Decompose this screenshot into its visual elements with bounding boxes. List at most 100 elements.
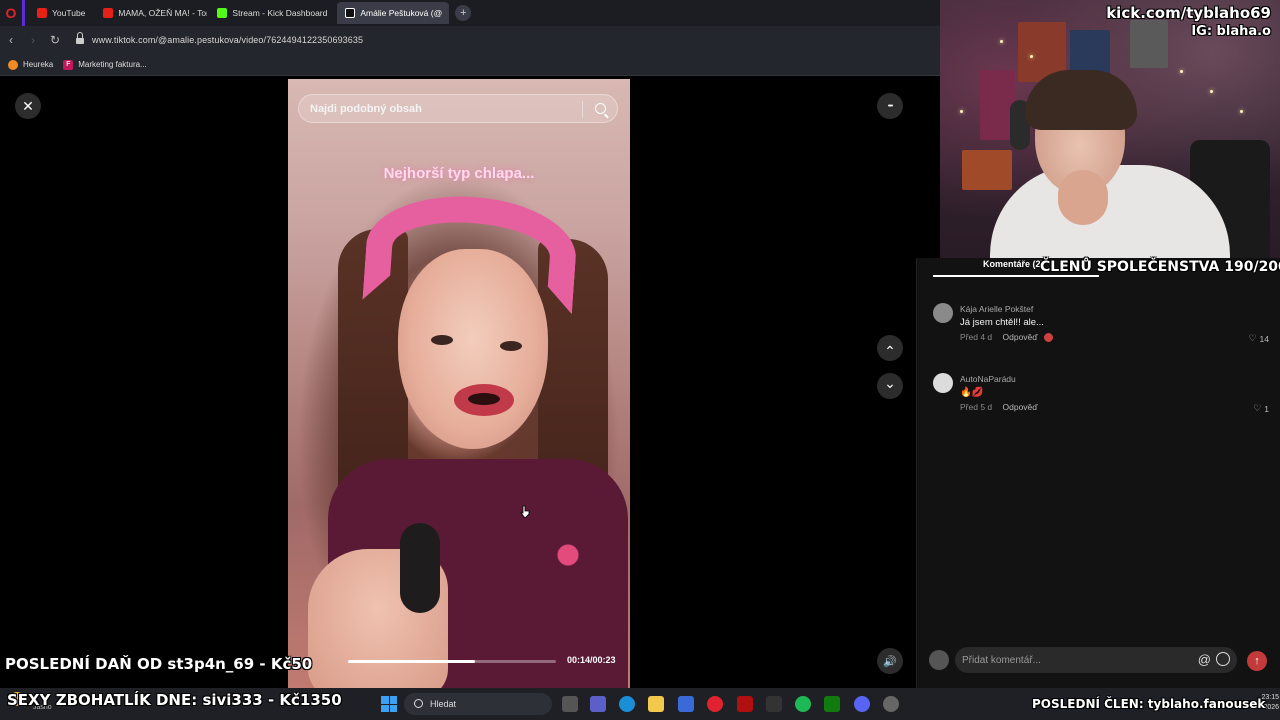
like-count: 1 <box>1264 403 1269 414</box>
store-icon[interactable] <box>678 696 694 712</box>
comment-input[interactable]: Přidat komentář... @ <box>955 647 1237 673</box>
heart-icon: ♡ <box>1253 403 1262 413</box>
rich-of-day-ticker: SEXY ZBOHATLÍK DNE: sivi333 - Kč1350 <box>7 691 342 709</box>
close-button[interactable]: ✕ <box>15 93 41 119</box>
comment-time: Před 5 d <box>960 402 993 412</box>
comment-text: Já jsem chtěl!! ale... <box>960 317 1044 328</box>
video-player[interactable]: Najdi podobný obsah Nejhorší typ chlapa.… <box>288 79 630 688</box>
search-icon[interactable] <box>595 103 606 114</box>
avatar[interactable] <box>933 303 953 323</box>
video-frame-microphone <box>400 523 440 613</box>
bookmarks-bar: Heureka F Marketing faktura... <box>0 54 940 76</box>
instagram-handle: IG: blaha.o <box>1191 24 1271 39</box>
comment-text: 🔥💋 <box>960 387 984 398</box>
tiktok-icon <box>345 8 356 18</box>
fairy-light <box>1210 90 1213 93</box>
video-progress-fill <box>348 660 475 663</box>
video-time: 00:14/00:23 <box>567 655 616 665</box>
hand-cursor-icon <box>520 505 530 519</box>
previous-video-button[interactable]: ⌃ <box>877 335 903 361</box>
streamer-hair <box>1025 70 1137 130</box>
like-button[interactable]: ♡ 1 <box>1253 403 1269 414</box>
chevron-up-icon: ⌃ <box>884 342 896 359</box>
bookmark-label: Heureka <box>23 60 54 69</box>
more-options-button[interactable]: ••• <box>877 93 903 119</box>
youtube-icon <box>103 8 114 18</box>
heureka-icon <box>8 59 18 70</box>
reload-icon[interactable]: ↻ <box>44 33 66 47</box>
like-count: 14 <box>1259 333 1269 344</box>
reply-button[interactable]: Odpověď <box>1003 402 1038 412</box>
tab-label: Amálie Peštuková (@ <box>360 8 443 18</box>
search-placeholder: Najdi podobný obsah <box>310 102 422 115</box>
comment-author[interactable]: AutoNaParádu <box>960 374 1016 384</box>
xbox-icon[interactable] <box>824 696 840 712</box>
tab-label: MAMA, OŽEŇ MA! - Tom <box>118 8 208 18</box>
emoji-icon[interactable] <box>1216 652 1230 666</box>
opera-logo-icon[interactable]: O <box>0 0 22 26</box>
video-caption: Nejhorší typ chlapa... <box>383 165 535 182</box>
bookmark-marketing-faktura[interactable]: F Marketing faktura... <box>63 59 147 70</box>
browser-tab-bar: O YouTube MAMA, OŽEŇ MA! - Tom Stream - … <box>0 0 940 26</box>
fairy-light <box>1240 110 1243 113</box>
fairy-light <box>1000 40 1003 43</box>
volume-button[interactable]: 🔊 <box>877 648 903 674</box>
comment-meta: Před 4 d Odpověď <box>960 332 1053 343</box>
address-bar: ‹ › ↻ www.tiktok.com/@amalie.pestukova/v… <box>0 26 940 54</box>
bookmark-heureka[interactable]: Heureka <box>8 59 54 70</box>
next-video-button[interactable]: ⌄ <box>877 373 903 399</box>
teams-icon[interactable] <box>590 696 606 712</box>
discord-icon[interactable] <box>854 696 870 712</box>
taskbar-search-label: Hledat <box>430 699 457 709</box>
reply-button[interactable]: Odpověď <box>1003 332 1038 342</box>
similar-content-search[interactable]: Najdi podobný obsah <box>298 94 618 123</box>
mention-icon[interactable]: @ <box>1198 652 1211 667</box>
fairy-light <box>960 110 963 113</box>
send-button[interactable]: ↑ <box>1247 651 1267 671</box>
wall-poster <box>962 150 1012 190</box>
netflix-icon[interactable] <box>737 696 753 712</box>
video-progress-bar[interactable] <box>348 660 556 663</box>
video-frame-lips <box>454 384 514 416</box>
forward-icon[interactable]: › <box>22 33 44 47</box>
tab-kick-dashboard[interactable]: Stream - Kick Dashboard <box>209 2 335 24</box>
video-frame-eye <box>500 341 522 351</box>
youtube-icon <box>37 8 47 18</box>
epic-games-icon[interactable] <box>766 696 782 712</box>
chevron-down-icon: ⌄ <box>884 374 896 391</box>
taskbar-search[interactable]: Hledat <box>404 693 552 715</box>
bookmark-label: Marketing faktura... <box>78 60 147 69</box>
task-view-icon[interactable] <box>562 696 578 712</box>
comment-author[interactable]: Kája Arielle Pokštef <box>960 304 1033 314</box>
windows-start-icon[interactable] <box>381 696 397 712</box>
tab-label: Stream - Kick Dashboard <box>232 8 328 18</box>
volume-icon: 🔊 <box>883 655 897 668</box>
more-icon: ••• <box>887 102 893 110</box>
avatar[interactable] <box>933 373 953 393</box>
tab-youtube[interactable]: YouTube <box>29 2 93 24</box>
search-divider <box>582 101 583 118</box>
heart-icon: ♡ <box>1248 333 1257 343</box>
like-button[interactable]: ♡ 14 <box>1248 333 1269 344</box>
sidebar-accent <box>22 0 25 26</box>
new-tab-button[interactable]: + <box>455 5 472 21</box>
file-explorer-icon[interactable] <box>648 696 664 712</box>
tab-mama-ozen-ma[interactable]: MAMA, OŽEŇ MA! - Tom <box>95 2 207 24</box>
url-field[interactable]: www.tiktok.com/@amalie.pestukova/video/7… <box>92 35 363 45</box>
comments-tab-underline <box>933 275 1099 277</box>
opera-icon[interactable] <box>707 696 723 712</box>
streamer-hand <box>1058 170 1108 225</box>
settings-icon[interactable] <box>883 696 899 712</box>
kick-icon <box>217 8 228 18</box>
edge-icon[interactable] <box>619 696 635 712</box>
video-frame-headband <box>362 189 580 315</box>
wall-poster <box>1130 20 1168 68</box>
comments-tab[interactable]: Komentáře (2) <box>983 259 1044 269</box>
last-tax-ticker: POSLEDNÍ DAŇ OD st3p4n_69 - Kč50 <box>5 655 313 673</box>
fairy-light <box>1030 55 1033 58</box>
tab-label: YouTube <box>52 8 86 18</box>
avatar <box>929 650 949 670</box>
back-icon[interactable]: ‹ <box>0 33 22 47</box>
spotify-icon[interactable] <box>795 696 811 712</box>
tab-tiktok-active[interactable]: Amálie Peštuková (@ <box>337 2 450 24</box>
